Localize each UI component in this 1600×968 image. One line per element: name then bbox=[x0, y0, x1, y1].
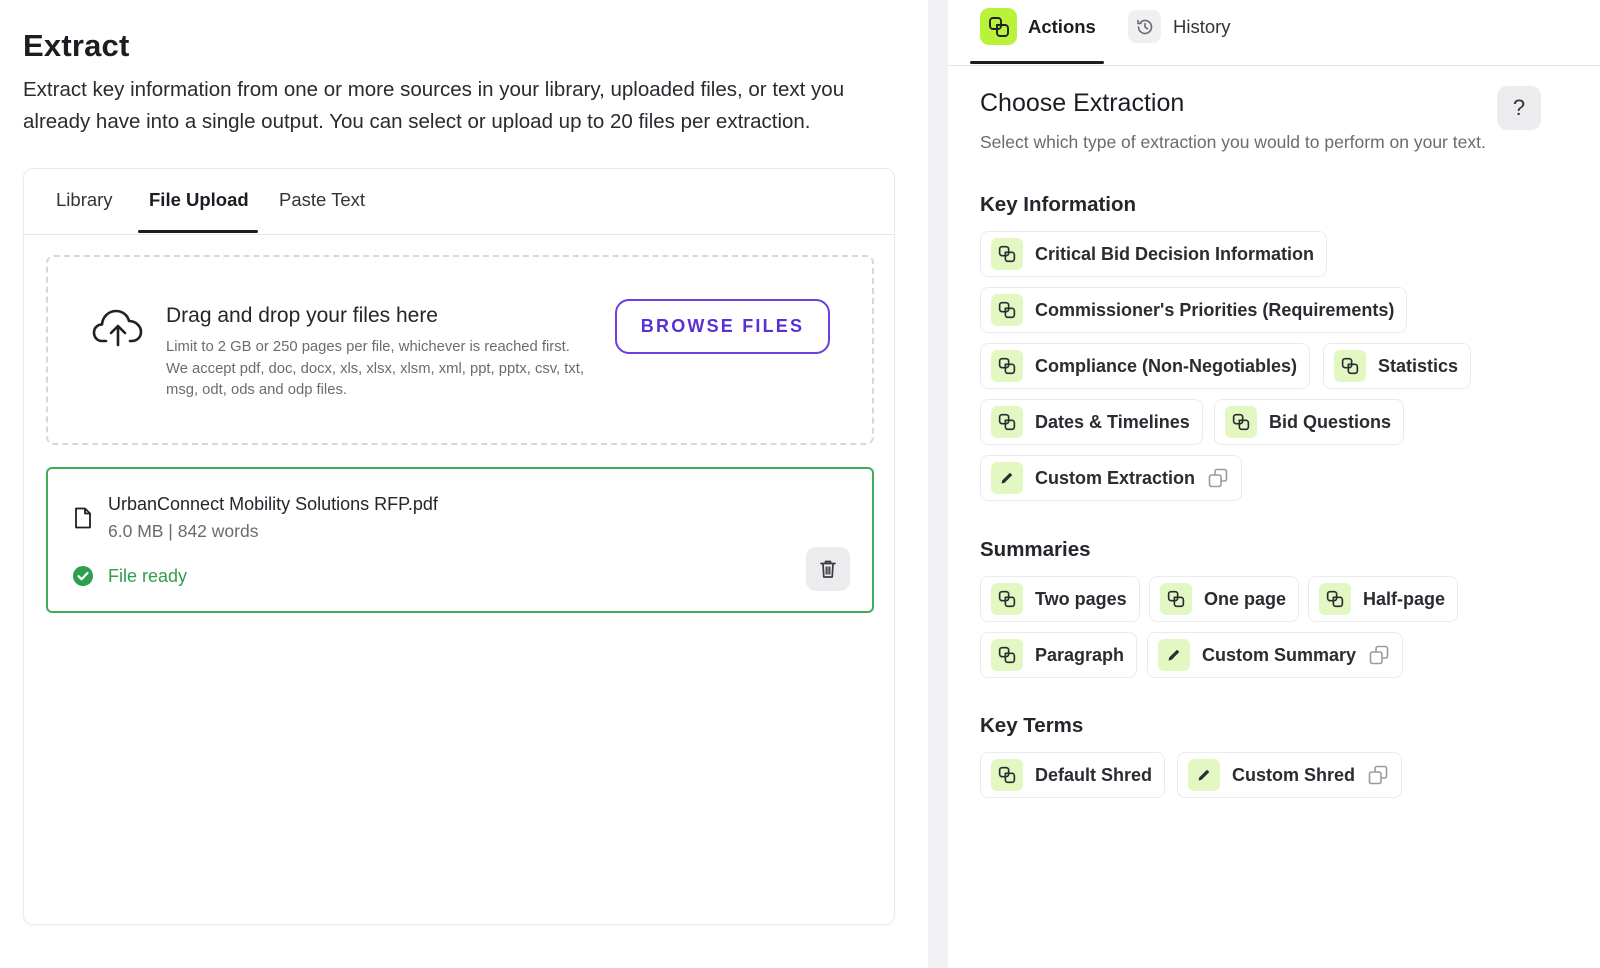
panel-title: Choose Extraction bbox=[980, 89, 1185, 117]
section-title-key-information: Key Information bbox=[980, 193, 1137, 216]
chip-statistics[interactable]: Statistics bbox=[1323, 343, 1472, 389]
chip-label: Critical Bid Decision Information bbox=[1035, 243, 1315, 264]
chip-commissioners-priorities[interactable]: Commissioner's Priorities (Requirements) bbox=[980, 287, 1408, 333]
file-status: File ready bbox=[108, 566, 188, 586]
file-meta: 6.0 MB | 842 words bbox=[108, 521, 259, 541]
chip-two-pages[interactable]: Two pages bbox=[980, 576, 1140, 622]
chip-compliance[interactable]: Compliance (Non-Negotiables) bbox=[980, 343, 1311, 389]
tab-file-upload[interactable]: File Upload bbox=[149, 189, 249, 211]
extract-icon bbox=[991, 406, 1023, 438]
extract-icon bbox=[988, 16, 1009, 37]
extract-icon bbox=[991, 583, 1023, 615]
chip-label: Paragraph bbox=[1035, 644, 1125, 665]
page-description: Extract key information from one or more… bbox=[23, 78, 845, 133]
panel-description: Select which type of extraction you woul… bbox=[980, 132, 1486, 152]
active-tab-indicator bbox=[970, 61, 1104, 64]
extract-icon bbox=[991, 238, 1023, 270]
panel-tabs: Actions History bbox=[948, 0, 1600, 66]
history-icon bbox=[1136, 19, 1152, 34]
tab-paste-text[interactable]: Paste Text bbox=[279, 189, 365, 211]
copy-icon[interactable] bbox=[1368, 644, 1390, 666]
chip-label: Two pages bbox=[1035, 588, 1127, 609]
extract-icon bbox=[1334, 350, 1366, 382]
chip-bid-questions[interactable]: Bid Questions bbox=[1214, 399, 1405, 445]
chip-label: Custom Extraction bbox=[1035, 467, 1196, 488]
pencil-icon bbox=[991, 462, 1023, 494]
cloud-upload-icon bbox=[92, 309, 143, 347]
chip-paragraph[interactable]: Paragraph bbox=[980, 632, 1138, 678]
chip-label: Statistics bbox=[1378, 355, 1459, 376]
tab-history[interactable]: History bbox=[1173, 16, 1231, 38]
chip-dates-timelines[interactable]: Dates & Timelines bbox=[980, 399, 1203, 445]
copy-icon[interactable] bbox=[1367, 764, 1389, 786]
file-dropzone[interactable]: Drag and drop your files here Limit to 2… bbox=[46, 255, 874, 445]
browse-files-button[interactable]: BROWSE FILES bbox=[615, 299, 830, 354]
dropzone-title: Drag and drop your files here bbox=[166, 304, 438, 327]
extract-icon bbox=[991, 639, 1023, 671]
chip-label: Default Shred bbox=[1035, 764, 1153, 785]
pencil-icon bbox=[1188, 759, 1220, 791]
file-icon bbox=[75, 507, 91, 529]
copy-icon[interactable] bbox=[1207, 467, 1229, 489]
chip-label: Custom Shred bbox=[1232, 764, 1356, 785]
chip-half-page[interactable]: Half-page bbox=[1308, 576, 1459, 622]
chip-label: One page bbox=[1204, 588, 1287, 609]
extract-icon bbox=[991, 350, 1023, 382]
dropzone-hint: Limit to 2 GB or 250 pages per file, whi… bbox=[166, 339, 585, 398]
active-tab-indicator bbox=[138, 230, 258, 233]
chip-custom-shred[interactable]: Custom Shred bbox=[1177, 752, 1403, 798]
file-name: UrbanConnect Mobility Solutions RFP.pdf bbox=[108, 494, 438, 514]
chip-custom-summary[interactable]: Custom Summary bbox=[1147, 632, 1404, 678]
delete-file-button[interactable] bbox=[806, 547, 850, 591]
extract-icon bbox=[991, 294, 1023, 326]
uploaded-file-item: UrbanConnect Mobility Solutions RFP.pdf … bbox=[46, 467, 874, 613]
trash-icon bbox=[820, 560, 836, 578]
chip-custom-extraction[interactable]: Custom Extraction bbox=[980, 455, 1243, 501]
extract-panel: Extract Extract key information from one… bbox=[0, 0, 928, 968]
history-tab-icon-wrap[interactable] bbox=[1128, 10, 1161, 43]
chip-label: Custom Summary bbox=[1202, 644, 1357, 665]
source-card: Library File Upload Paste Text Drag and … bbox=[23, 168, 895, 925]
tab-library[interactable]: Library bbox=[56, 189, 113, 211]
section-title-key-terms: Key Terms bbox=[980, 714, 1084, 737]
chip-label: Bid Questions bbox=[1269, 411, 1392, 432]
pane-divider[interactable] bbox=[928, 0, 948, 968]
tab-actions[interactable]: Actions bbox=[1028, 16, 1096, 38]
chip-label: Half-page bbox=[1363, 588, 1446, 609]
page-title: Extract bbox=[23, 28, 130, 63]
help-button[interactable]: ? bbox=[1497, 86, 1541, 130]
chip-label: Commissioner's Priorities (Requirements) bbox=[1035, 299, 1395, 320]
chip-default-shred[interactable]: Default Shred bbox=[980, 752, 1166, 798]
chip-label: Compliance (Non-Negotiables) bbox=[1035, 355, 1298, 376]
extract-icon bbox=[1225, 406, 1257, 438]
check-circle-icon bbox=[73, 566, 93, 586]
chip-label: Dates & Timelines bbox=[1035, 411, 1190, 432]
actions-tab-icon-wrap[interactable] bbox=[980, 8, 1017, 45]
extract-icon bbox=[1319, 583, 1351, 615]
extraction-options-panel: Actions History Choose Extraction ? Sele… bbox=[948, 0, 1600, 968]
extract-icon bbox=[1160, 583, 1192, 615]
extract-icon bbox=[991, 759, 1023, 791]
chip-critical-bid-decision-information[interactable]: Critical Bid Decision Information bbox=[980, 231, 1328, 277]
chip-one-page[interactable]: One page bbox=[1149, 576, 1300, 622]
section-title-summaries: Summaries bbox=[980, 538, 1091, 561]
pencil-icon bbox=[1158, 639, 1190, 671]
source-tabs: Library File Upload Paste Text bbox=[24, 169, 894, 235]
